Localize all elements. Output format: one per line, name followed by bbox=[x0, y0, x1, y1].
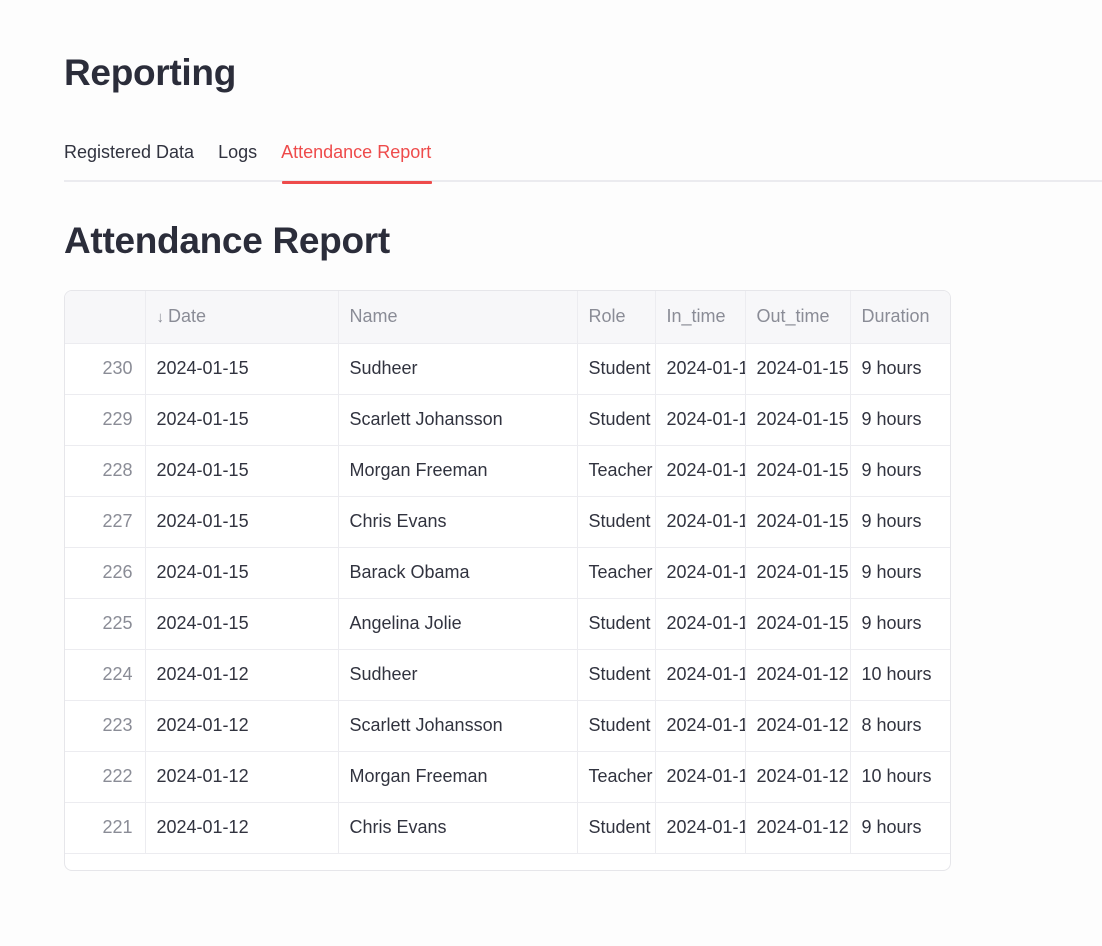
duration-cell[interactable]: 10 hours bbox=[850, 649, 950, 701]
row-index-cell[interactable]: 226 bbox=[65, 547, 146, 599]
out-time-cell[interactable]: 2024-01-15 bbox=[745, 343, 851, 395]
in-time-cell[interactable]: 2024-01-1 bbox=[655, 394, 746, 446]
date-cell[interactable]: 2024-01-15 bbox=[145, 343, 339, 395]
out-time-cell[interactable]: 2024-01-15 bbox=[745, 445, 851, 497]
date-cell[interactable]: 2024-01-15 bbox=[145, 445, 339, 497]
table-header-row: ↓ Date Name Role In_time Out_time Duratio… bbox=[65, 291, 950, 344]
sort-descending-icon[interactable]: ↓ bbox=[157, 309, 165, 326]
date-cell[interactable]: 2024-01-12 bbox=[145, 802, 339, 854]
out-time-cell[interactable]: 2024-01-15 bbox=[745, 496, 851, 548]
date-cell[interactable]: 2024-01-15 bbox=[145, 496, 339, 548]
out-time-cell[interactable]: 2024-01-12 bbox=[745, 751, 851, 803]
table-row[interactable]: 223 2024-01-12 Scarlett Johansson Student 20… bbox=[65, 700, 950, 752]
row-index-cell[interactable]: 221 bbox=[65, 802, 146, 854]
section-title: Attendance Report bbox=[64, 220, 390, 261]
name-cell[interactable]: Morgan Freeman bbox=[338, 445, 578, 497]
role-column-header[interactable]: Role bbox=[577, 291, 656, 344]
tab-bar: Registered Data Logs Attendance Report bbox=[64, 138, 1102, 184]
name-column-header[interactable]: Name bbox=[338, 291, 578, 344]
row-index-cell[interactable]: 222 bbox=[65, 751, 146, 803]
tab-logs[interactable]: Logs bbox=[218, 138, 257, 182]
date-cell[interactable]: 2024-01-12 bbox=[145, 700, 339, 752]
date-cell[interactable]: 2024-01-15 bbox=[145, 547, 339, 599]
out-time-column-header[interactable]: Out_time bbox=[745, 291, 851, 344]
date-column-header[interactable]: ↓ Date bbox=[145, 291, 339, 344]
table-row[interactable]: 228 2024-01-15 Morgan Freeman Teacher 2024-0… bbox=[65, 445, 950, 497]
table-row[interactable]: 230 2024-01-15 Sudheer Student 2024-01-1 2024… bbox=[65, 343, 950, 395]
index-column-header bbox=[65, 291, 146, 344]
name-cell[interactable]: Angelina Jolie bbox=[338, 598, 578, 650]
in-time-cell[interactable]: 2024-01-1 bbox=[655, 751, 746, 803]
name-cell[interactable]: Chris Evans bbox=[338, 496, 578, 548]
row-index-cell[interactable]: 227 bbox=[65, 496, 146, 548]
in-time-cell[interactable]: 2024-01-1 bbox=[655, 649, 746, 701]
duration-cell[interactable]: 9 hours bbox=[850, 394, 950, 446]
out-time-cell[interactable]: 2024-01-15 bbox=[745, 394, 851, 446]
table-row[interactable]: 227 2024-01-15 Chris Evans Student 2024-01-1… bbox=[65, 496, 950, 548]
role-cell[interactable]: Student bbox=[577, 343, 656, 395]
duration-cell[interactable]: 9 hours bbox=[850, 496, 950, 548]
duration-column-header[interactable]: Duration bbox=[850, 291, 950, 344]
name-cell[interactable]: Scarlett Johansson bbox=[338, 394, 578, 446]
duration-cell[interactable]: 9 hours bbox=[850, 598, 950, 650]
duration-cell[interactable]: 9 hours bbox=[850, 547, 950, 599]
name-cell[interactable]: Morgan Freeman bbox=[338, 751, 578, 803]
table-row[interactable]: 221 2024-01-12 Chris Evans Student 2024-01-1… bbox=[65, 802, 950, 854]
duration-cell[interactable]: 9 hours bbox=[850, 343, 950, 395]
in-time-cell[interactable]: 2024-01-1 bbox=[655, 598, 746, 650]
out-time-cell[interactable]: 2024-01-12 bbox=[745, 802, 851, 854]
name-cell[interactable]: Sudheer bbox=[338, 649, 578, 701]
role-cell[interactable]: Student bbox=[577, 394, 656, 446]
row-index-cell[interactable]: 224 bbox=[65, 649, 146, 701]
in-time-cell[interactable]: 2024-01-1 bbox=[655, 496, 746, 548]
table-row[interactable]: 222 2024-01-12 Morgan Freeman Teacher 2024-0… bbox=[65, 751, 950, 803]
role-cell[interactable]: Student bbox=[577, 802, 656, 854]
out-time-cell[interactable]: 2024-01-12 bbox=[745, 649, 851, 701]
name-cell[interactable]: Sudheer bbox=[338, 343, 578, 395]
row-index-cell[interactable]: 228 bbox=[65, 445, 146, 497]
name-cell[interactable]: Chris Evans bbox=[338, 802, 578, 854]
row-index-cell[interactable]: 229 bbox=[65, 394, 146, 446]
duration-cell[interactable]: 8 hours bbox=[850, 700, 950, 752]
table-row[interactable]: 226 2024-01-15 Barack Obama Teacher 2024-01-… bbox=[65, 547, 950, 599]
date-column-label: Date bbox=[168, 306, 207, 327]
tab-attendance-report[interactable]: Attendance Report bbox=[281, 138, 433, 184]
name-cell[interactable]: Scarlett Johansson bbox=[338, 700, 578, 752]
in-time-cell[interactable]: 2024-01-1 bbox=[655, 343, 746, 395]
tab-registered-data[interactable]: Registered Data bbox=[64, 138, 194, 182]
in-time-cell[interactable]: 2024-01-1 bbox=[655, 547, 746, 599]
in-time-cell[interactable]: 2024-01-1 bbox=[655, 445, 746, 497]
table-row[interactable]: 224 2024-01-12 Sudheer Student 2024-01-1 2024… bbox=[65, 649, 950, 701]
attendance-table[interactable]: ↓ Date Name Role In_time Out_time Duratio… bbox=[64, 290, 951, 871]
duration-cell[interactable]: 10 hours bbox=[850, 751, 950, 803]
row-index-cell[interactable]: 223 bbox=[65, 700, 146, 752]
page-title: Reporting bbox=[64, 52, 237, 93]
out-time-cell[interactable]: 2024-01-15 bbox=[745, 547, 851, 599]
role-cell[interactable]: Student bbox=[577, 598, 656, 650]
in-time-cell[interactable]: 2024-01-1 bbox=[655, 700, 746, 752]
role-cell[interactable]: Teacher bbox=[577, 751, 656, 803]
in-time-column-header[interactable]: In_time bbox=[655, 291, 746, 344]
duration-cell[interactable]: 9 hours bbox=[850, 802, 950, 854]
role-cell[interactable]: Teacher bbox=[577, 445, 656, 497]
date-cell[interactable]: 2024-01-15 bbox=[145, 394, 339, 446]
in-time-cell[interactable]: 2024-01-1 bbox=[655, 802, 746, 854]
table-row[interactable]: 229 2024-01-15 Scarlett Johansson Student 20… bbox=[65, 394, 950, 446]
row-index-cell[interactable]: 230 bbox=[65, 343, 146, 395]
role-cell[interactable]: Student bbox=[577, 649, 656, 701]
out-time-cell[interactable]: 2024-01-12 bbox=[745, 700, 851, 752]
role-cell[interactable]: Student bbox=[577, 700, 656, 752]
role-cell[interactable]: Teacher bbox=[577, 547, 656, 599]
out-time-cell[interactable]: 2024-01-15 bbox=[745, 598, 851, 650]
role-cell[interactable]: Student bbox=[577, 496, 656, 548]
date-cell[interactable]: 2024-01-12 bbox=[145, 751, 339, 803]
date-cell[interactable]: 2024-01-12 bbox=[145, 649, 339, 701]
duration-cell[interactable]: 9 hours bbox=[850, 445, 950, 497]
table-row[interactable]: 225 2024-01-15 Angelina Jolie Student 2024-0… bbox=[65, 598, 950, 650]
name-cell[interactable]: Barack Obama bbox=[338, 547, 578, 599]
date-cell[interactable]: 2024-01-15 bbox=[145, 598, 339, 650]
row-index-cell[interactable]: 225 bbox=[65, 598, 146, 650]
